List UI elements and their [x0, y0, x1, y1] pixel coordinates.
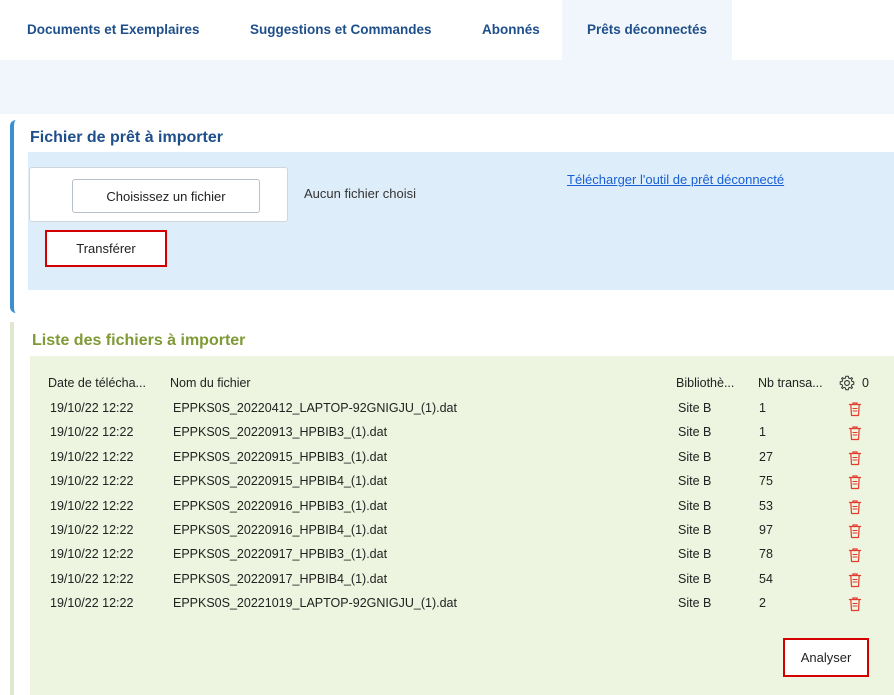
column-header-date[interactable]: Date de télécha... [48, 376, 146, 390]
row-transaction-count: 27 [759, 450, 773, 464]
column-header-transactions[interactable]: Nb transa... [758, 376, 823, 390]
tab-prets-deconnectes[interactable]: Prêts déconnectés [562, 0, 732, 60]
no-file-text: Aucun fichier choisi [304, 186, 416, 201]
row-date: 19/10/22 12:22 [50, 596, 134, 610]
tab-label: Documents et Exemplaires [27, 21, 200, 37]
trash-icon[interactable] [848, 499, 862, 515]
row-library: Site B [678, 572, 712, 586]
row-library: Site B [678, 425, 712, 439]
trash-icon[interactable] [848, 450, 862, 466]
row-library: Site B [678, 401, 712, 415]
row-transaction-count: 97 [759, 523, 773, 537]
row-library: Site B [678, 450, 712, 464]
row-filename: EPPKS0S_20220915_HPBIB3_(1).dat [173, 450, 388, 464]
trash-icon[interactable] [848, 596, 862, 612]
row-library: Site B [678, 474, 712, 488]
row-date: 19/10/22 12:22 [50, 401, 134, 415]
tab-suggestions-commandes[interactable]: Suggestions et Commandes [232, 0, 462, 60]
import-panel-title: Fichier de prêt à importer [30, 129, 223, 146]
trash-icon[interactable] [848, 572, 862, 588]
row-filename: EPPKS0S_20220917_HPBIB3_(1).dat [173, 547, 388, 561]
file-list-title: Liste des fichiers à importer [32, 332, 246, 349]
row-filename: EPPKS0S_20220915_HPBIB4_(1).dat [173, 474, 388, 488]
transfer-button[interactable]: Transférer [45, 230, 167, 267]
row-filename: EPPKS0S_20220412_LAPTOP-92GNIGJU_(1).dat [173, 401, 457, 415]
row-date: 19/10/22 12:22 [50, 547, 134, 561]
trash-icon[interactable] [848, 425, 862, 441]
row-library: Site B [678, 523, 712, 537]
row-date: 19/10/22 12:22 [50, 523, 134, 537]
row-date: 19/10/22 12:22 [50, 450, 134, 464]
row-filename: EPPKS0S_20220916_HPBIB4_(1).dat [173, 523, 388, 537]
row-filename: EPPKS0S_20220917_HPBIB4_(1).dat [173, 572, 388, 586]
row-transaction-count: 2 [759, 596, 766, 610]
gear-icon[interactable] [839, 375, 855, 391]
tab-content-band [0, 60, 894, 114]
trash-icon[interactable] [848, 401, 862, 417]
row-filename: EPPKS0S_20220916_HPBIB3_(1).dat [173, 499, 388, 513]
settings-count: 0 [862, 376, 869, 390]
row-date: 19/10/22 12:22 [50, 499, 134, 513]
analyse-button[interactable]: Analyser [783, 638, 869, 677]
trash-icon[interactable] [848, 547, 862, 563]
tab-label: Prêts déconnectés [587, 21, 708, 37]
row-transaction-count: 78 [759, 547, 773, 561]
trash-icon[interactable] [848, 523, 862, 539]
row-date: 19/10/22 12:22 [50, 474, 134, 488]
row-library: Site B [678, 596, 712, 610]
tab-bar: Documents et Exemplaires Suggestions et … [0, 0, 894, 60]
trash-icon[interactable] [848, 474, 862, 490]
row-library: Site B [678, 499, 712, 513]
choose-file-button[interactable]: Choisissez un fichier [72, 179, 260, 213]
row-library: Site B [678, 547, 712, 561]
column-header-filename[interactable]: Nom du fichier [170, 376, 251, 390]
column-header-library[interactable]: Bibliothè... [676, 376, 734, 390]
row-date: 19/10/22 12:22 [50, 572, 134, 586]
row-date: 19/10/22 12:22 [50, 425, 134, 439]
row-transaction-count: 75 [759, 474, 773, 488]
tab-abonnes[interactable]: Abonnés [462, 0, 562, 60]
row-filename: EPPKS0S_20220913_HPBIB3_(1).dat [173, 425, 388, 439]
row-transaction-count: 54 [759, 572, 773, 586]
tab-label: Suggestions et Commandes [250, 21, 432, 37]
tab-documents-exemplaires[interactable]: Documents et Exemplaires [0, 0, 232, 60]
tab-label: Abonnés [482, 21, 540, 37]
row-transaction-count: 1 [759, 425, 766, 439]
row-transaction-count: 53 [759, 499, 773, 513]
download-tool-link[interactable]: Télécharger l'outil de prêt déconnecté [567, 172, 784, 187]
row-filename: EPPKS0S_20221019_LAPTOP-92GNIGJU_(1).dat [173, 596, 457, 610]
row-transaction-count: 1 [759, 401, 766, 415]
